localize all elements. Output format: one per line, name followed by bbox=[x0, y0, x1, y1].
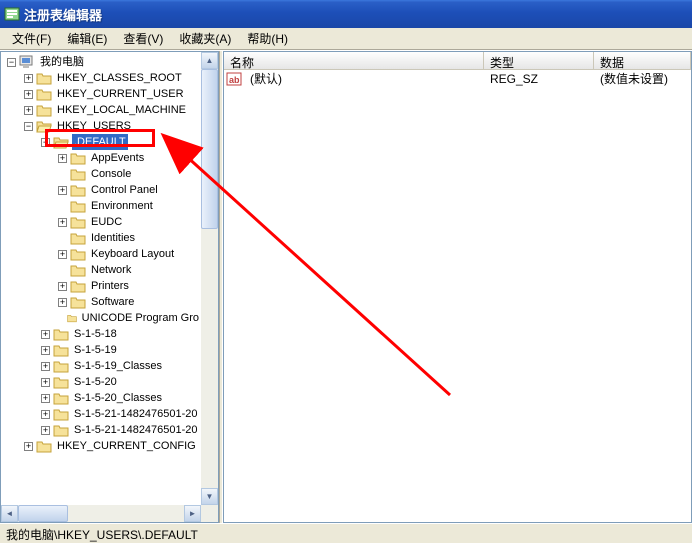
string-value-icon: ab bbox=[226, 71, 242, 87]
tree-label: UNICODE Program Gro bbox=[80, 310, 201, 326]
expand-icon[interactable]: + bbox=[24, 106, 33, 115]
tree-label: Console bbox=[89, 166, 133, 182]
tree-identities[interactable]: Identities bbox=[3, 230, 201, 246]
tree-hkcr[interactable]: + HKEY_CLASSES_ROOT bbox=[3, 70, 201, 86]
collapse-icon[interactable]: − bbox=[24, 122, 33, 131]
list-header: 名称 类型 数据 bbox=[224, 52, 691, 70]
tree-network[interactable]: Network bbox=[3, 262, 201, 278]
tree-environment[interactable]: Environment bbox=[3, 198, 201, 214]
tree-label: S-1-5-21-1482476501-20 bbox=[72, 422, 200, 438]
tree-label: HKEY_USERS bbox=[55, 118, 133, 134]
window-title: 注册表编辑器 bbox=[24, 5, 688, 24]
tree-label: 我的电脑 bbox=[38, 54, 86, 70]
tree-hkcc[interactable]: + HKEY_CURRENT_CONFIG bbox=[3, 438, 201, 454]
expand-icon[interactable]: + bbox=[58, 186, 67, 195]
expand-icon[interactable]: + bbox=[58, 282, 67, 291]
collapse-icon[interactable]: − bbox=[41, 138, 50, 147]
value-name: (默认) bbox=[244, 69, 484, 88]
tree-label: HKEY_CURRENT_USER bbox=[55, 86, 186, 102]
tree-label: S-1-5-19_Classes bbox=[72, 358, 164, 374]
expand-icon[interactable]: + bbox=[58, 250, 67, 259]
tree-hklm[interactable]: + HKEY_LOCAL_MACHINE bbox=[3, 102, 201, 118]
app-icon bbox=[4, 6, 20, 22]
tree-sid[interactable]: + S-1-5-21-1482476501-20 bbox=[3, 422, 201, 438]
expand-icon[interactable]: + bbox=[41, 330, 50, 339]
tree-software[interactable]: + Software bbox=[3, 294, 201, 310]
tree-hscroll[interactable]: ◄► bbox=[1, 505, 201, 522]
menu-view[interactable]: 查看(V) bbox=[115, 27, 171, 50]
tree-unicode[interactable]: UNICODE Program Gro bbox=[3, 310, 201, 326]
expand-icon[interactable]: + bbox=[24, 90, 33, 99]
tree-root[interactable]: − 我的电脑 bbox=[3, 54, 201, 70]
value-data: (数值未设置) bbox=[594, 69, 674, 88]
tree-eudc[interactable]: + EUDC bbox=[3, 214, 201, 230]
svg-text:ab: ab bbox=[229, 75, 240, 85]
tree-label: Environment bbox=[89, 198, 155, 214]
expand-icon[interactable]: + bbox=[58, 298, 67, 307]
tree-label: S-1-5-20 bbox=[72, 374, 119, 390]
tree-label: Identities bbox=[89, 230, 137, 246]
status-path: 我的电脑\HKEY_USERS\.DEFAULT bbox=[6, 528, 198, 542]
tree-label: Keyboard Layout bbox=[89, 246, 176, 262]
tree-label: AppEvents bbox=[89, 150, 146, 166]
tree-sid[interactable]: + S-1-5-19 bbox=[3, 342, 201, 358]
tree-pane: − 我的电脑 + HKEY_CLASSES_ROOT + HKEY_CURRENT_USE… bbox=[0, 51, 219, 523]
titlebar: 注册表编辑器 bbox=[0, 0, 692, 28]
tree-sid[interactable]: + S-1-5-21-1482476501-20 bbox=[3, 406, 201, 422]
expand-icon[interactable]: + bbox=[24, 74, 33, 83]
expand-icon[interactable]: + bbox=[41, 394, 50, 403]
tree-controlpanel[interactable]: + Control Panel bbox=[3, 182, 201, 198]
tree-label: Software bbox=[89, 294, 136, 310]
col-name[interactable]: 名称 bbox=[224, 52, 484, 69]
col-type[interactable]: 类型 bbox=[484, 52, 594, 69]
tree-keyboard[interactable]: + Keyboard Layout bbox=[3, 246, 201, 262]
tree-sid[interactable]: + S-1-5-20 bbox=[3, 374, 201, 390]
tree-default[interactable]: − .DEFAULT bbox=[3, 134, 201, 150]
tree-label: Printers bbox=[89, 278, 131, 294]
tree-sid[interactable]: + S-1-5-19_Classes bbox=[3, 358, 201, 374]
expand-icon[interactable]: + bbox=[41, 362, 50, 371]
menu-favorites[interactable]: 收藏夹(A) bbox=[171, 27, 239, 50]
expand-icon[interactable]: + bbox=[41, 410, 50, 419]
menubar: 文件(F) 编辑(E) 查看(V) 收藏夹(A) 帮助(H) bbox=[0, 28, 692, 50]
tree-label: S-1-5-18 bbox=[72, 326, 119, 342]
tree-label: S-1-5-20_Classes bbox=[72, 390, 164, 406]
expand-icon[interactable]: + bbox=[58, 218, 67, 227]
expand-icon[interactable]: + bbox=[41, 378, 50, 387]
tree-label: HKEY_LOCAL_MACHINE bbox=[55, 102, 188, 118]
menu-file[interactable]: 文件(F) bbox=[4, 27, 59, 50]
expand-icon[interactable]: + bbox=[41, 346, 50, 355]
tree-label: Network bbox=[89, 262, 133, 278]
tree-label: S-1-5-19 bbox=[72, 342, 119, 358]
expand-icon[interactable]: + bbox=[41, 426, 50, 435]
expand-icon[interactable]: + bbox=[24, 442, 33, 451]
registry-tree[interactable]: − 我的电脑 + HKEY_CLASSES_ROOT + HKEY_CURRENT_USE… bbox=[1, 52, 201, 456]
statusbar: 我的电脑\HKEY_USERS\.DEFAULT bbox=[0, 523, 692, 541]
tree-label: HKEY_CLASSES_ROOT bbox=[55, 70, 184, 86]
tree-hku[interactable]: − HKEY_USERS bbox=[3, 118, 201, 134]
tree-label: .DEFAULT bbox=[72, 134, 128, 150]
values-pane: 名称 类型 数据 ab (默认) REG_SZ (数值未设置) bbox=[223, 51, 692, 523]
tree-appevents[interactable]: + AppEvents bbox=[3, 150, 201, 166]
list-row[interactable]: ab (默认) REG_SZ (数值未设置) bbox=[224, 70, 691, 87]
tree-label: S-1-5-21-1482476501-20 bbox=[72, 406, 200, 422]
menu-help[interactable]: 帮助(H) bbox=[239, 27, 296, 50]
menu-edit[interactable]: 编辑(E) bbox=[59, 27, 115, 50]
tree-sid[interactable]: + S-1-5-18 bbox=[3, 326, 201, 342]
tree-label: EUDC bbox=[89, 214, 124, 230]
tree-label: HKEY_CURRENT_CONFIG bbox=[55, 438, 198, 454]
tree-sid[interactable]: + S-1-5-20_Classes bbox=[3, 390, 201, 406]
tree-label: Control Panel bbox=[89, 182, 160, 198]
tree-hkcu[interactable]: + HKEY_CURRENT_USER bbox=[3, 86, 201, 102]
value-type: REG_SZ bbox=[484, 71, 594, 87]
tree-printers[interactable]: + Printers bbox=[3, 278, 201, 294]
expand-icon[interactable]: + bbox=[58, 154, 67, 163]
collapse-icon[interactable]: − bbox=[7, 58, 16, 67]
tree-console[interactable]: Console bbox=[3, 166, 201, 182]
col-data[interactable]: 数据 bbox=[594, 52, 691, 69]
tree-vscroll[interactable]: ▲▼ bbox=[201, 52, 218, 505]
